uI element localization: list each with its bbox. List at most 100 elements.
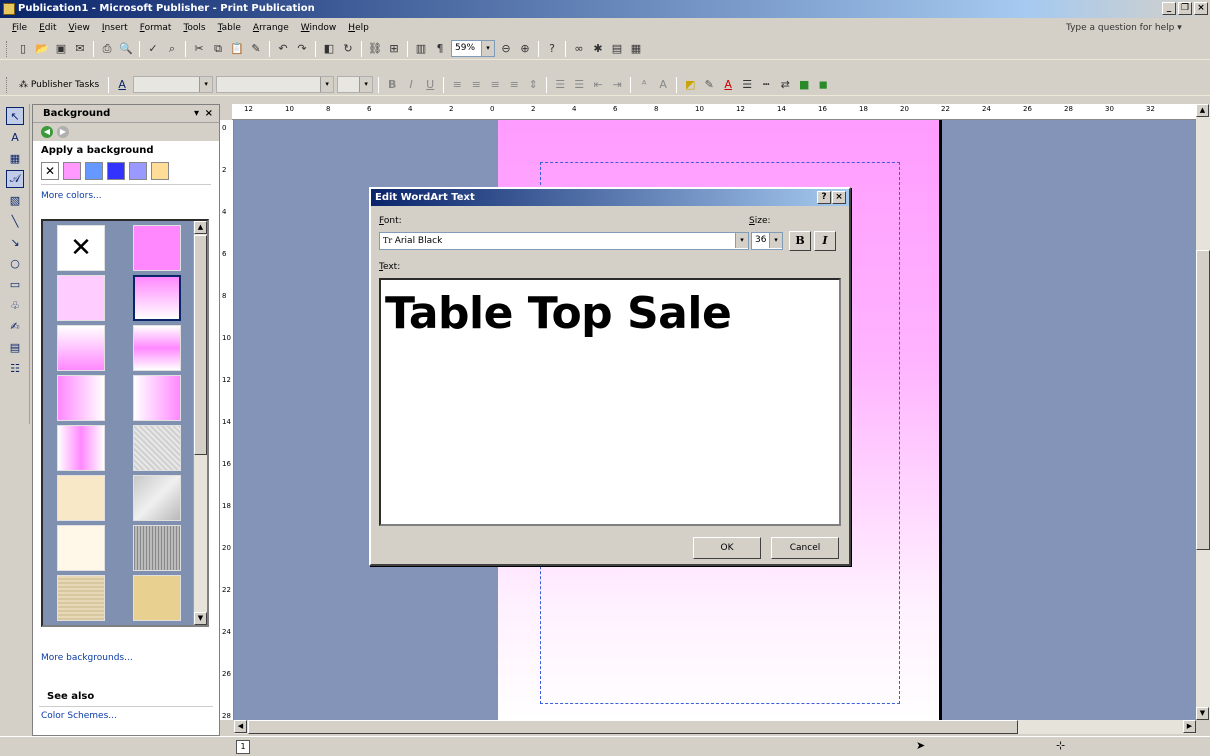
dash-style-icon[interactable]: ┅ <box>758 77 774 93</box>
shadow-style-icon[interactable]: ■ <box>796 77 812 93</box>
print-preview-icon[interactable]: 🔍 <box>118 41 134 57</box>
bold-icon[interactable]: B <box>384 77 400 93</box>
insert-hyperlink-icon[interactable]: ⛓ <box>367 41 383 57</box>
align-left-icon[interactable]: ≡ <box>449 77 465 93</box>
style-combo[interactable]: ▾ <box>133 76 214 93</box>
vscroll-thumb[interactable] <box>1196 250 1210 550</box>
help-search-input[interactable]: Type a question for help ▾ <box>1066 21 1206 36</box>
horizontal-ruler[interactable]: 12 10 8 6 4 2 0 2 4 6 8 10 12 14 16 18 20 22 24 26 28 30 32 <box>232 104 1196 120</box>
menu-window[interactable]: Window <box>295 23 343 33</box>
save-icon[interactable]: ▣ <box>53 41 69 57</box>
bg-gradient-left-thumb[interactable] <box>57 375 105 421</box>
decrease-font-icon[interactable]: ᴬ <box>636 77 652 93</box>
picture-frame-icon[interactable]: ▧ <box>6 191 24 209</box>
bg-texture-gravel-thumb[interactable] <box>133 525 181 571</box>
print-icon[interactable]: ⎙ <box>99 41 115 57</box>
bg-texture-canvas-thumb[interactable] <box>57 575 105 621</box>
picture-icon[interactable]: ▦ <box>628 41 644 57</box>
toolbar-grip-2[interactable] <box>6 76 9 93</box>
unlink-icon[interactable]: ✱ <box>590 41 606 57</box>
bg-texture-marble-thumb[interactable] <box>133 475 181 521</box>
swatch-4[interactable] <box>129 162 147 180</box>
scroll-thumb[interactable] <box>194 235 207 455</box>
line-color-icon[interactable]: ✎ <box>701 77 717 93</box>
columns-icon[interactable]: ▥ <box>413 41 429 57</box>
scroll-up-icon[interactable]: ▲ <box>194 221 207 234</box>
rectangle-tool-icon[interactable]: ▭ <box>6 275 24 293</box>
arrow-style-icon[interactable]: ⇄ <box>777 77 793 93</box>
bg-texture-paper-thumb[interactable] <box>133 575 181 621</box>
font-size-combo[interactable]: ▾ <box>337 76 374 93</box>
numbering-icon[interactable]: ☰ <box>552 77 568 93</box>
paste-icon[interactable]: 📋 <box>229 41 245 57</box>
cancel-button[interactable]: Cancel <box>771 537 839 559</box>
zoom-page-icon[interactable]: ⊞ <box>386 41 402 57</box>
open-icon[interactable]: 📂 <box>34 41 50 57</box>
scroll-down-icon[interactable]: ▼ <box>194 612 207 625</box>
increase-indent-icon[interactable]: ⇥ <box>609 77 625 93</box>
swatch-5[interactable] <box>151 162 169 180</box>
bg-solid-pink-thumb[interactable] <box>133 225 181 271</box>
more-colors-link[interactable]: More colors... <box>33 187 219 205</box>
increase-font-icon[interactable]: A <box>655 77 671 93</box>
undo-icon[interactable]: ↶ <box>275 41 291 57</box>
font-combo[interactable]: ▾ <box>216 76 335 93</box>
bg-texture-parchment-thumb[interactable] <box>57 475 105 521</box>
bullets-icon[interactable]: ☰ <box>571 77 587 93</box>
task-pane-close-icon[interactable]: × <box>205 105 213 123</box>
line-style-icon[interactable]: ☰ <box>739 77 755 93</box>
bg-tint-pink-thumb[interactable] <box>57 275 105 321</box>
styles-icon[interactable]: A <box>114 77 130 93</box>
align-center-icon[interactable]: ≡ <box>468 77 484 93</box>
swatch-1[interactable] <box>63 162 81 180</box>
spelling-icon[interactable]: ✓ <box>145 41 161 57</box>
form-control-icon[interactable]: ☷ <box>6 359 24 377</box>
line-tool-icon[interactable]: ╲ <box>6 212 24 230</box>
table-tool-icon[interactable]: ▦ <box>6 149 24 167</box>
research-icon[interactable]: ⌕ <box>164 41 180 57</box>
pilcrow-icon[interactable]: ¶ <box>432 41 448 57</box>
close-button[interactable]: × <box>1194 2 1208 15</box>
color-schemes-link[interactable]: Color Schemes... <box>33 707 219 725</box>
bg-texture-granite-thumb[interactable] <box>133 425 181 471</box>
more-backgrounds-link[interactable]: More backgrounds... <box>33 649 219 667</box>
bg-gradient-down-thumb[interactable] <box>133 275 181 321</box>
copy-icon[interactable]: ⧉ <box>210 41 226 57</box>
select-pointer-icon[interactable]: ↖ <box>6 107 24 125</box>
hotspot-icon[interactable]: ▤ <box>6 338 24 356</box>
swatch-2[interactable] <box>85 162 103 180</box>
text-box-tool-icon[interactable]: A <box>6 128 24 146</box>
dialog-help-button[interactable]: ? <box>817 191 831 204</box>
justify-icon[interactable]: ≡ <box>506 77 522 93</box>
menu-view[interactable]: View <box>63 23 96 33</box>
publisher-app-icon[interactable] <box>3 3 15 15</box>
menu-format[interactable]: Format <box>134 23 178 33</box>
link-icon[interactable]: ∞ <box>571 41 587 57</box>
bring-front-icon[interactable]: ◧ <box>321 41 337 57</box>
font-color-icon[interactable]: A <box>720 77 736 93</box>
3d-style-icon[interactable]: ◼ <box>815 77 831 93</box>
italic-icon[interactable]: I <box>403 77 419 93</box>
wordart-tool-icon[interactable]: 𝒜 <box>6 170 24 188</box>
underline-icon[interactable]: U <box>422 77 438 93</box>
format-painter-icon[interactable]: ✎ <box>248 41 264 57</box>
vertical-scrollbar[interactable]: ▲ ▼ <box>1196 104 1210 720</box>
bg-gradient-up-thumb[interactable] <box>57 325 105 371</box>
vscroll-down-icon[interactable]: ▼ <box>1196 707 1209 720</box>
zoom-out-icon[interactable]: ⊖ <box>498 41 514 57</box>
vscroll-up-icon[interactable]: ▲ <box>1196 104 1209 117</box>
swatch-3[interactable] <box>107 162 125 180</box>
menu-file[interactable]: File <box>6 23 33 33</box>
design-gallery-icon[interactable]: ✍ <box>6 317 24 335</box>
publisher-tasks-button[interactable]: ⁂ Publisher Tasks <box>15 80 103 90</box>
font-select[interactable]: Tr Arial Black ▾ <box>379 232 749 250</box>
arrow-tool-icon[interactable]: ↘ <box>6 233 24 251</box>
gallery-scrollbar[interactable]: ▲ ▼ <box>193 221 207 625</box>
autoshapes-icon[interactable]: ♧ <box>6 296 24 314</box>
menu-table[interactable]: Table <box>212 23 247 33</box>
email-icon[interactable]: ✉ <box>72 41 88 57</box>
menu-insert[interactable]: Insert <box>96 23 134 33</box>
italic-button[interactable]: I <box>814 231 836 251</box>
bold-button[interactable]: B <box>789 231 811 251</box>
vertical-ruler[interactable]: 0 2 4 6 8 10 12 14 16 18 20 22 24 26 28 <box>220 120 234 720</box>
